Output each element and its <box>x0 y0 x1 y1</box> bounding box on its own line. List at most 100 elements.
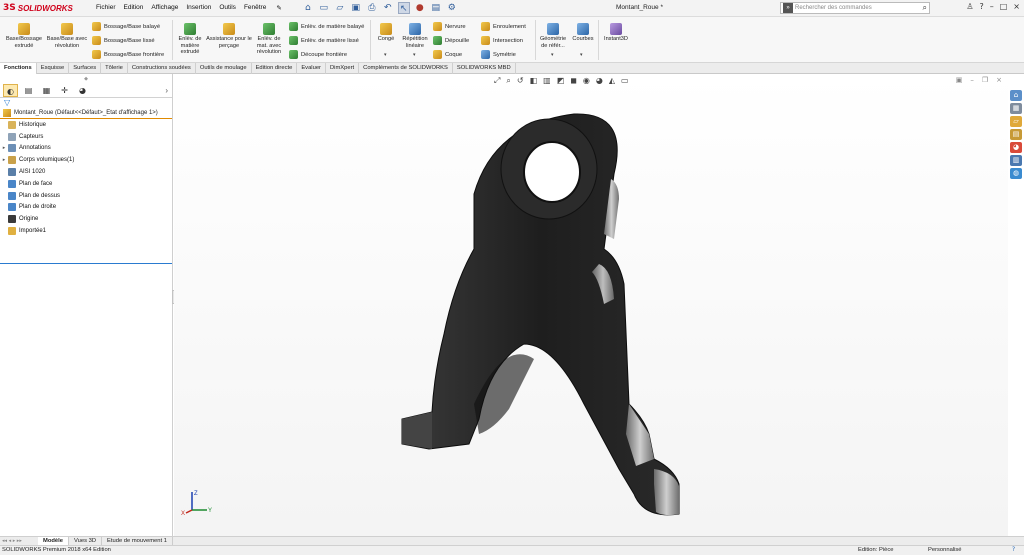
custom-properties-icon[interactable]: ▥ <box>1010 155 1022 166</box>
options-gear-icon[interactable]: ⚙ <box>446 2 458 14</box>
help-icon[interactable]: ? <box>979 2 983 11</box>
minimize-icon[interactable]: – <box>990 2 994 11</box>
shell-button[interactable]: Coque <box>433 50 462 59</box>
linear-pattern-button[interactable]: Répétition linéaire <box>399 21 431 49</box>
base-extrude-button[interactable]: Base/Bossage extrudé <box>2 21 46 49</box>
tab-fonctions[interactable]: Fonctions <box>0 63 37 74</box>
search-input[interactable]: Rechercher des commandes <box>795 5 923 11</box>
ribbon-divider <box>598 20 599 60</box>
tab-vues-3d[interactable]: Vues 3D <box>69 537 103 545</box>
swept-boss-button[interactable]: Bossage/Base balayé <box>92 22 160 31</box>
view-palette-icon[interactable]: ▤ <box>1010 129 1022 140</box>
tab-modele[interactable]: Modèle <box>38 537 69 545</box>
print-icon[interactable]: ⎙ <box>366 2 378 14</box>
help-status-icon[interactable]: ? <box>1012 546 1015 555</box>
save-icon[interactable]: ▣ <box>350 2 362 14</box>
select-cursor-icon[interactable]: ↖ <box>397 2 410 14</box>
tab-esquisse[interactable]: Esquisse <box>37 63 70 74</box>
tree-root-part[interactable]: Montant_Roue (Défaut<<Défaut>_Etat d'aff… <box>0 108 172 119</box>
appearances-icon[interactable]: ◕ <box>1010 142 1022 153</box>
fillet-button[interactable]: Congé <box>373 21 399 43</box>
tree-item[interactable]: Plan de droite <box>0 202 172 214</box>
mirror-button[interactable]: Symétrie <box>481 50 516 59</box>
loft-boss-button[interactable]: Bossage/Base lissé <box>92 36 155 45</box>
panel-expand-arrow-icon[interactable]: › <box>165 86 168 95</box>
base-revolve-button[interactable]: Base/Base avec révolution <box>46 21 88 49</box>
swept-cut-button[interactable]: Enlèv. de matière balayé <box>289 22 364 31</box>
display-manager-tab-icon[interactable]: ◕ <box>75 84 90 97</box>
extruded-cut-button[interactable]: Enlèv. de matière extrudé <box>174 21 206 56</box>
intersect-button[interactable]: Intersection <box>481 36 523 45</box>
tab-surfaces[interactable]: Surfaces <box>69 63 102 74</box>
tab-tolerie[interactable]: Tôlerie <box>101 63 128 74</box>
pin-icon[interactable]: ✎ <box>276 4 281 12</box>
tree-item[interactable]: ▸ Corps volumiques(1) <box>0 154 172 166</box>
instant3d-button[interactable]: Instant3D <box>600 21 632 43</box>
property-manager-tab-icon[interactable]: ▤ <box>21 84 36 97</box>
pattern-dropdown-icon[interactable]: ▾ <box>413 52 416 58</box>
draft-button[interactable]: Dépouille <box>433 36 469 45</box>
rib-button[interactable]: Nervure <box>433 22 466 31</box>
panel-grip-icon[interactable]: ◆ <box>0 74 172 84</box>
undo-icon[interactable]: ↶ <box>382 2 394 14</box>
tab-constructions-soudees[interactable]: Constructions soudées <box>128 63 196 74</box>
tab-solidworks-mbd[interactable]: SOLIDWORKS MBD <box>453 63 516 74</box>
feature-manager-tab-icon[interactable]: ◐ <box>3 84 18 97</box>
curves-button[interactable]: Courbes <box>570 21 596 43</box>
menu-item-fenetre[interactable]: Fenêtre <box>244 4 266 12</box>
boundary-boss-button[interactable]: Bossage/Base frontière <box>92 50 164 59</box>
close-icon[interactable]: × <box>1013 2 1020 11</box>
design-library-icon[interactable]: ▦ <box>1010 103 1022 114</box>
dimxpert-manager-tab-icon[interactable]: ✛ <box>57 84 72 97</box>
menu-item-outils[interactable]: Outils <box>219 4 236 12</box>
tab-edition-directe[interactable]: Edition directe <box>252 63 298 74</box>
tab-complements[interactable]: Compléments de SOLIDWORKS <box>359 63 453 74</box>
lofted-cut-button[interactable]: Enlèv. de matière lissé <box>289 36 359 45</box>
search-icon[interactable]: ⌕ <box>923 3 927 13</box>
menu-item-edition[interactable]: Edition <box>124 4 144 12</box>
configuration-manager-tab-icon[interactable]: ▦ <box>39 84 54 97</box>
solidworks-resources-icon[interactable]: ⌂ <box>1010 90 1022 101</box>
tree-item[interactable]: Plan de face <box>0 178 172 190</box>
tab-navigation-arrows-icon[interactable]: ◂◂ ◂ ▸ ▸▸ <box>0 537 38 545</box>
part-model-montant-roue[interactable] <box>401 113 680 516</box>
boundary-cut-button[interactable]: Découpe frontière <box>289 50 347 59</box>
reference-geometry-button[interactable]: Géométrie de référ... <box>538 21 568 49</box>
home-icon[interactable]: ⌂ <box>302 2 314 14</box>
file-explorer-icon[interactable]: ▱ <box>1010 116 1022 127</box>
tree-item[interactable]: Importée1 <box>0 225 172 237</box>
graphics-viewport[interactable]: ⤢ ⌕ ↺ ◧ ▥ ◩ ◼ ◉ ◕ ◭ ▭ ▣ – ❐ × Z Y X <box>174 74 1008 536</box>
reference-geometry-dropdown-icon[interactable]: ▾ <box>551 52 554 58</box>
expand-arrow-icon[interactable]: ▸ <box>0 157 8 163</box>
expand-arrow-icon[interactable]: ▸ <box>0 145 8 151</box>
open-folder-icon[interactable]: ▱ <box>334 2 346 14</box>
rebuild-icon[interactable]: ● <box>414 2 426 14</box>
tree-item[interactable]: ▸ Annotations <box>0 143 172 155</box>
tab-dimxpert[interactable]: DimXpert <box>326 63 360 74</box>
file-properties-icon[interactable]: ▤ <box>430 2 442 14</box>
tree-item[interactable]: Capteurs <box>0 131 172 143</box>
tab-evaluer[interactable]: Evaluer <box>297 63 326 74</box>
tree-item[interactable]: Historique <box>0 119 172 131</box>
menu-item-fichier[interactable]: Fichier <box>96 4 116 12</box>
tree-item[interactable]: Origine <box>0 213 172 225</box>
new-document-icon[interactable]: ▭ <box>318 2 330 14</box>
menu-item-insertion[interactable]: Insertion <box>186 4 211 12</box>
fillet-dropdown-icon[interactable]: ▾ <box>384 52 387 58</box>
user-icon[interactable]: ♙ <box>966 2 973 11</box>
menu-item-affichage[interactable]: Affichage <box>151 4 178 12</box>
status-units-custom[interactable]: Personnalisé <box>928 546 962 555</box>
curves-dropdown-icon[interactable]: ▾ <box>580 52 583 58</box>
tab-outils-moulage[interactable]: Outils de moulage <box>196 63 252 74</box>
wrap-button[interactable]: Enroulement <box>481 22 526 31</box>
solidworks-logo[interactable]: 3S SOLIDWORKS <box>0 3 90 13</box>
search-commands[interactable]: » Rechercher des commandes ⌕ <box>780 2 930 14</box>
tab-etude-mouvement[interactable]: Etude de mouvement 1 <box>102 537 173 545</box>
maximize-icon[interactable]: □ <box>1000 2 1008 11</box>
hole-wizard-button[interactable]: Assistance pour le perçage <box>206 21 252 49</box>
revolved-cut-button[interactable]: Enlèv. de mat. avec révolution <box>252 21 286 56</box>
solidworks-forum-icon[interactable]: ◍ <box>1010 168 1022 179</box>
filter-icon[interactable]: ▽ <box>0 98 172 108</box>
tree-item[interactable]: AISI 1020 <box>0 166 172 178</box>
tree-item[interactable]: Plan de dessus <box>0 190 172 202</box>
